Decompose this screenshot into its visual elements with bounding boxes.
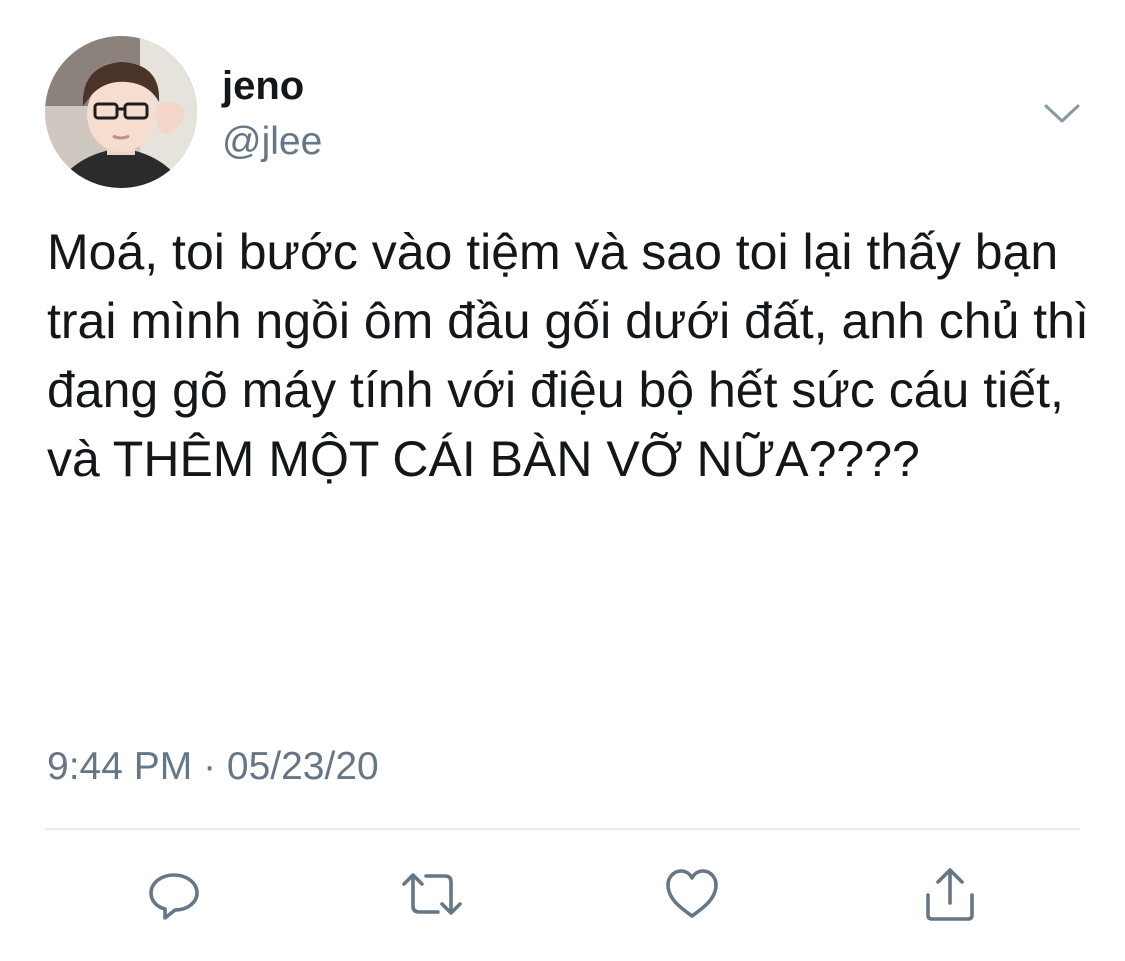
user-handle[interactable]: @jlee bbox=[222, 118, 322, 166]
retweet-arrows-icon bbox=[402, 873, 462, 915]
retweet-button[interactable] bbox=[400, 862, 464, 926]
share-button[interactable] bbox=[918, 862, 982, 926]
divider bbox=[45, 828, 1080, 830]
tweet-timestamp[interactable]: 9:44 PM · 05/23/20 bbox=[47, 742, 379, 792]
like-button[interactable] bbox=[660, 862, 724, 926]
avatar[interactable] bbox=[45, 36, 197, 188]
speech-bubble-icon bbox=[149, 873, 199, 920]
reply-button[interactable] bbox=[142, 862, 206, 926]
profile-photo-icon bbox=[45, 36, 197, 188]
tweet-card: jeno @jlee Moá, toi bước vào tiệm và sao… bbox=[0, 0, 1125, 961]
tweet-text: Moá, toi bước vào tiệm và sao toi lại th… bbox=[47, 224, 1103, 487]
share-upload-icon bbox=[926, 868, 974, 921]
heart-icon bbox=[666, 869, 718, 918]
chevron-down-icon[interactable] bbox=[1040, 96, 1084, 130]
display-name[interactable]: jeno bbox=[222, 62, 304, 110]
